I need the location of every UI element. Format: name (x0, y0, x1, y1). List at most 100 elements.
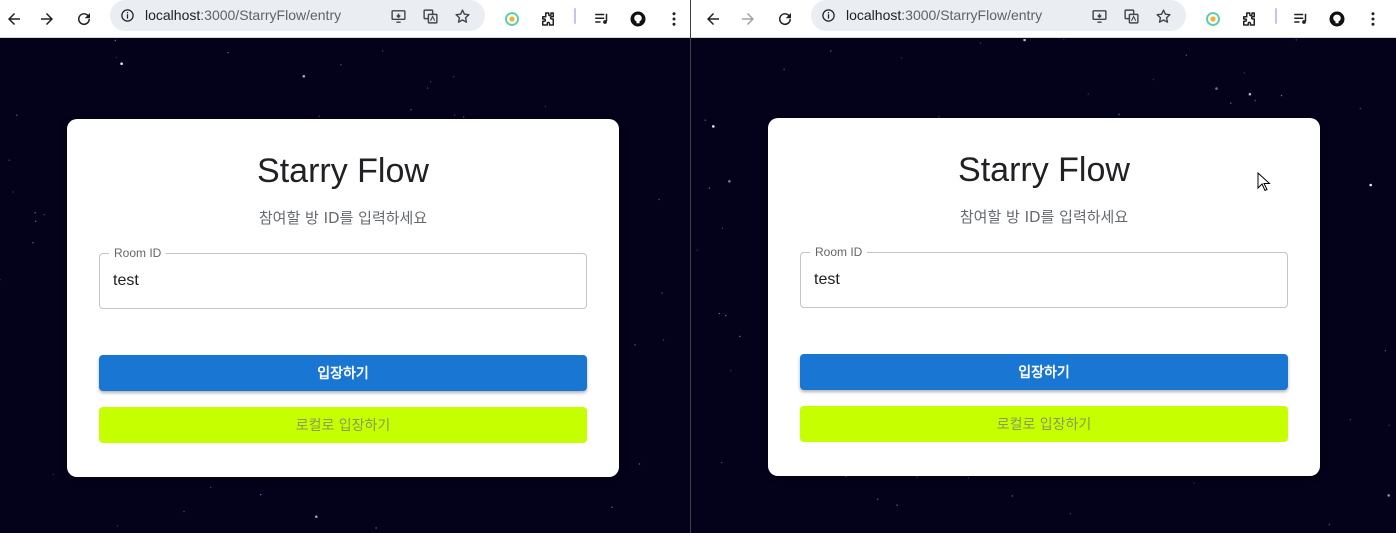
bookmark-star-icon[interactable] (451, 5, 473, 27)
star (1254, 99, 1256, 102)
site-info-icon[interactable] (118, 6, 136, 24)
github-icon[interactable] (1323, 5, 1351, 33)
room-id-field[interactable]: Room ID (99, 246, 587, 309)
bookmark-star-icon[interactable] (1152, 5, 1174, 27)
star (12, 191, 14, 193)
star (375, 527, 377, 529)
star (662, 339, 665, 341)
local-enter-button[interactable]: 로컬로 입장하기 (800, 406, 1288, 442)
extension-radar-icon[interactable] (498, 5, 526, 33)
forward-arrow-icon[interactable] (734, 5, 762, 33)
translate-icon[interactable] (419, 5, 441, 27)
room-id-label: Room ID (109, 246, 167, 260)
star (1230, 102, 1232, 104)
star (783, 68, 785, 70)
browser-window-right: localhost:3000/StarryFlow/entry Starry F… (691, 0, 1396, 533)
room-id-input[interactable] (113, 272, 573, 290)
star (1328, 523, 1331, 526)
toolbar-separator (574, 8, 576, 24)
star (463, 116, 465, 118)
media-queue-icon[interactable] (588, 5, 616, 33)
star (302, 75, 306, 78)
star (32, 242, 34, 244)
install-app-icon[interactable] (387, 5, 409, 27)
star (52, 473, 54, 475)
star (896, 504, 898, 506)
entry-card: Starry Flow 참여할 방 ID를 입력하세요 Room ID 입장하기… (67, 119, 619, 477)
star (429, 81, 432, 83)
url-text: localhost:3000/StarryFlow/entry (145, 7, 342, 23)
browser-window-left: localhost:3000/StarryFlow/entry Starry F… (0, 0, 690, 533)
star (1248, 92, 1252, 96)
star (704, 119, 706, 121)
star (830, 50, 832, 52)
menu-kebab-icon[interactable] (660, 5, 688, 33)
reload-icon[interactable] (771, 5, 799, 33)
star (210, 486, 212, 489)
mouse-cursor-icon (1257, 172, 1271, 192)
extension-radar-icon[interactable] (1199, 5, 1227, 33)
star (1087, 93, 1089, 95)
star (1152, 78, 1155, 81)
star (116, 525, 119, 527)
star (718, 312, 721, 315)
star (1023, 39, 1026, 42)
star (260, 494, 262, 496)
star (708, 187, 711, 189)
extensions-puzzle-icon[interactable] (1235, 5, 1263, 33)
star (1388, 424, 1390, 426)
reload-icon[interactable] (70, 5, 98, 33)
star (1243, 72, 1245, 74)
star (35, 220, 37, 222)
star (739, 335, 741, 338)
star (1280, 94, 1283, 97)
star (877, 498, 879, 500)
star (638, 463, 641, 465)
extensions-puzzle-icon[interactable] (534, 5, 562, 33)
entry-card: Starry Flow 참여할 방 ID를 입력하세요 Room ID 입장하기… (768, 118, 1320, 476)
star (1387, 494, 1390, 497)
address-bar[interactable]: localhost:3000/StarryFlow/entry (110, 0, 485, 31)
star (43, 214, 45, 216)
address-bar[interactable]: localhost:3000/StarryFlow/entry (811, 0, 1186, 31)
star (410, 109, 412, 111)
room-id-field[interactable]: Room ID (800, 245, 1288, 308)
enter-button[interactable]: 입장하기 (800, 354, 1288, 390)
enter-button[interactable]: 입장하기 (99, 355, 587, 391)
star (1215, 87, 1218, 90)
star (728, 180, 731, 183)
star (318, 115, 320, 118)
app-subtitle: 참여할 방 ID를 입력하세요 (959, 208, 1129, 226)
forward-arrow-icon[interactable] (33, 5, 61, 33)
room-id-input[interactable] (814, 271, 1274, 289)
star (183, 510, 185, 513)
browser-toolbar: localhost:3000/StarryFlow/entry (691, 0, 1396, 38)
star (900, 57, 903, 59)
github-icon[interactable] (624, 5, 652, 33)
star (1295, 39, 1297, 41)
menu-kebab-icon[interactable] (1359, 5, 1387, 33)
install-app-icon[interactable] (1088, 5, 1110, 27)
star (340, 64, 342, 66)
star (1069, 513, 1072, 515)
back-arrow-icon[interactable] (0, 5, 28, 33)
star (227, 51, 229, 54)
star (453, 114, 456, 116)
star (1185, 54, 1187, 56)
star (967, 477, 970, 479)
site-info-icon[interactable] (819, 6, 837, 24)
media-queue-icon[interactable] (1287, 5, 1315, 33)
browser-toolbar: localhost:3000/StarryFlow/entry (0, 0, 690, 38)
local-enter-button[interactable]: 로컬로 입장하기 (99, 407, 587, 443)
star (0, 279, 1, 281)
page-viewport: Starry Flow 참여할 방 ID를 입력하세요 Room ID 입장하기… (691, 39, 1396, 533)
star (34, 212, 36, 214)
star (611, 506, 613, 508)
star (1384, 350, 1386, 352)
star (8, 159, 10, 161)
star (658, 198, 660, 201)
star (1349, 419, 1351, 421)
translate-icon[interactable] (1120, 5, 1142, 27)
star (1193, 482, 1195, 484)
back-arrow-icon[interactable] (699, 5, 727, 33)
